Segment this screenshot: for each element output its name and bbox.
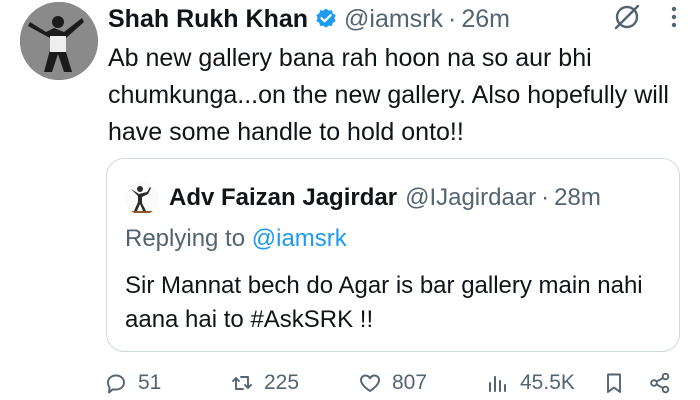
tweet-text: Ab new gallery bana rah hoon na so aur b… bbox=[108, 44, 669, 146]
more-icon[interactable] bbox=[668, 2, 680, 32]
author-avatar[interactable] bbox=[20, 2, 98, 80]
repost-icon bbox=[232, 376, 252, 390]
like-count: 807 bbox=[392, 371, 428, 394]
author-handle[interactable]: @iamsrk bbox=[344, 5, 443, 34]
action-bar: 51 225 807 45.5K bbox=[104, 368, 680, 398]
views-icon bbox=[489, 376, 506, 392]
share-button[interactable] bbox=[648, 368, 682, 398]
quoted-timestamp[interactable]: 28m bbox=[554, 184, 601, 212]
reply-icon bbox=[107, 374, 125, 394]
quoted-author-avatar[interactable] bbox=[125, 181, 159, 215]
like-button[interactable]: 807 bbox=[358, 368, 427, 398]
bookmark-button[interactable] bbox=[602, 368, 636, 398]
author-name[interactable]: Shah Rukh Khan bbox=[108, 5, 308, 34]
separator-dot: · bbox=[448, 4, 457, 33]
replying-to-label: Replying to bbox=[125, 225, 252, 252]
quoted-tweet[interactable]: Adv Faizan Jagirdar @IJagirdaar · 28m Re… bbox=[106, 158, 680, 352]
replying-to-line: Replying to @iamsrk bbox=[125, 225, 347, 253]
like-icon bbox=[360, 374, 380, 392]
quoted-tweet-text: Sir Mannat bech do Agar is bar gallery m… bbox=[125, 272, 643, 333]
views-count: 45.5K bbox=[520, 371, 575, 394]
quoted-tweet-header: Adv Faizan Jagirdar @IJagirdaar · 28m bbox=[125, 181, 601, 215]
quoted-author-handle[interactable]: @IJagirdaar bbox=[405, 184, 536, 212]
replying-to-mention[interactable]: @iamsrk bbox=[252, 225, 347, 252]
repost-button[interactable]: 225 bbox=[230, 368, 299, 398]
verified-badge-icon bbox=[314, 7, 338, 31]
bookmark-icon bbox=[607, 373, 621, 393]
tweet-header: Shah Rukh Khan @iamsrk · 26m bbox=[108, 2, 682, 36]
views-button[interactable]: 45.5K bbox=[486, 368, 575, 398]
repost-count: 225 bbox=[264, 371, 300, 394]
grok-icon[interactable] bbox=[612, 2, 642, 32]
reply-button[interactable]: 51 bbox=[104, 368, 161, 398]
reply-count: 51 bbox=[138, 371, 162, 394]
quoted-author-name[interactable]: Adv Faizan Jagirdar bbox=[169, 184, 397, 212]
share-icon bbox=[650, 372, 670, 394]
tweet-timestamp[interactable]: 26m bbox=[461, 5, 510, 34]
separator-dot: · bbox=[541, 184, 550, 211]
